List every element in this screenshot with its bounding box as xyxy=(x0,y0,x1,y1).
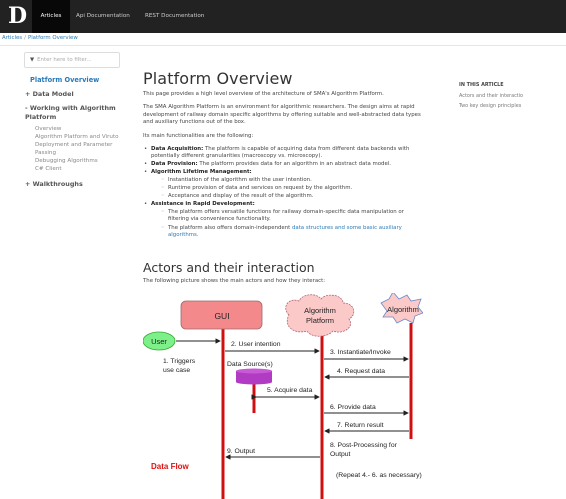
msg-user-intention-label: 2. User intention xyxy=(231,341,281,348)
bullet: ◦ xyxy=(161,177,165,183)
post-processing-label-2: Output xyxy=(330,451,351,458)
toc-item-actors[interactable]: Actors and their interactio xyxy=(459,93,523,99)
list-item-rapid-development: • Assistance in Rapid Development: xyxy=(144,201,421,208)
datasource-db xyxy=(236,368,272,385)
sublist-item-text: Acceptance and display of the result of … xyxy=(168,193,314,199)
triggers-label-1: 1. Triggers xyxy=(163,358,196,365)
intro-paragraph: This page provides a high level overview… xyxy=(143,91,384,97)
sidebar-subitem-deployment[interactable]: Deployment and Parameter xyxy=(35,141,112,149)
sublist-item: ◦ Instantiation of the algorithm with the… xyxy=(161,177,418,184)
sublist-item: ◦ Acceptance and display of the result of… xyxy=(161,193,418,200)
list-item-label: Algorithm Lifetime Management: xyxy=(151,169,252,175)
bullet: ◦ xyxy=(161,209,165,215)
sidebar-item-walkthroughs[interactable]: + Walkthroughs xyxy=(25,180,83,189)
msg-provide-data-label: 6. Provide data xyxy=(330,404,376,411)
top-navbar: D Articles Api Documentation REST Docume… xyxy=(0,0,566,33)
platform-label-line2: Platform xyxy=(306,316,334,325)
platform-label-line1: Algorithm xyxy=(304,306,336,315)
page-title: Platform Overview xyxy=(143,69,293,88)
diagram-intro: The following picture shows the main act… xyxy=(143,278,326,284)
nav-rest-documentation[interactable]: REST Documentation xyxy=(145,0,204,33)
algorithm-label: Algorithm xyxy=(387,305,419,314)
sidebar-subitem-overview[interactable]: Overview xyxy=(35,125,61,133)
list-item-data-acquisition: • Data Acquisition: The platform is capab… xyxy=(144,146,421,161)
gui-label: GUI xyxy=(214,311,229,321)
breadcrumb-separator: / xyxy=(24,35,26,41)
bullet: • xyxy=(144,161,148,167)
functionalities-intro: Its main functionalities are the followi… xyxy=(143,133,254,139)
sublist-item-text: Runtime provision of data and services o… xyxy=(168,185,353,191)
sublist-item-text: The platform offers versatile functions … xyxy=(168,209,404,223)
sidebar-subitem-debugging[interactable]: Debugging Algorithms xyxy=(35,157,98,165)
bullet: • xyxy=(144,201,148,207)
bullet: ◦ xyxy=(161,193,165,199)
sidebar-subitem-algorithm-platform-viruto[interactable]: Algorithm Platform and Viruto xyxy=(35,133,119,141)
msg-acquire-data-label: 5. Acquire data xyxy=(267,387,313,394)
sublist-item: ◦ The platform offers versatile functions… xyxy=(161,209,418,224)
filter-placeholder: Enter here to filter... xyxy=(37,57,92,63)
msg-output-label: 9. Output xyxy=(227,448,255,455)
list-item-lifetime-management: • Algorithm Lifetime Management: xyxy=(144,169,421,176)
sublist-item: ◦ Runtime provision of data and services … xyxy=(161,185,418,192)
msg-return-result-label: 7. Return result xyxy=(337,422,384,429)
list-item-label: Data Provision: xyxy=(151,161,198,167)
filter-icon: ▼ xyxy=(30,57,35,63)
sublist-item-text: The platform also offers domain-independ… xyxy=(168,225,292,231)
repeat-note: (Repeat 4.- 6. as necessary) xyxy=(336,472,422,479)
toc-item-design-principles[interactable]: Two key design principles xyxy=(459,103,521,109)
post-processing-label-1: 8. Post-Processing for xyxy=(330,442,398,449)
bullet: ◦ xyxy=(161,185,165,191)
sidebar-item-data-model[interactable]: + Data Model xyxy=(25,90,74,99)
triggers-label-2: use case xyxy=(163,367,190,374)
header-divider xyxy=(0,45,566,46)
breadcrumb-current[interactable]: Platform Overview xyxy=(28,35,78,41)
list-item-text: The platform provides data for an algori… xyxy=(197,161,391,167)
bullet: • xyxy=(144,146,148,152)
toc-heading: IN THIS ARTICLE xyxy=(459,82,504,88)
list-item-data-provision: • Data Provision: The platform provides d… xyxy=(144,161,421,168)
bullet: ◦ xyxy=(161,225,165,231)
data-flow-label: Data Flow xyxy=(151,462,190,471)
msg-instantiate-label: 3. Instantiate/Invoke xyxy=(330,349,391,356)
user-label: User xyxy=(151,337,167,346)
breadcrumb-articles[interactable]: Articles xyxy=(2,35,22,41)
list-item-label: Data Acquisition: xyxy=(151,146,204,152)
sublist-item: ◦ The platform also offers domain-indepen… xyxy=(161,225,418,240)
breadcrumb: Articles / Platform Overview xyxy=(2,35,78,41)
section-heading-actors: Actors and their interaction xyxy=(143,260,315,275)
datasource-label: Data Source(s) xyxy=(227,361,273,368)
nav-articles[interactable]: Articles xyxy=(32,0,70,33)
sidebar-subitem-passing[interactable]: Passing xyxy=(35,149,56,157)
platform-description-paragraph: The SMA Algorithm Platform is an environ… xyxy=(143,104,421,126)
sublist-item-text: Instantiation of the algorithm with the … xyxy=(168,177,312,183)
actor-interaction-diagram: GUI Algorithm Platform Algorithm User 1.… xyxy=(143,293,423,499)
sidebar-item-platform-overview[interactable]: Platform Overview xyxy=(30,76,99,84)
docfx-logo[interactable]: D xyxy=(8,4,27,28)
bullet: • xyxy=(144,169,148,175)
sidebar-item-working-with-algorithm-platform[interactable]: - Working with Algorithm Platform xyxy=(25,104,125,122)
msg-request-data-label: 4. Request data xyxy=(337,368,385,375)
filter-input[interactable]: ▼ Enter here to filter... xyxy=(24,52,120,68)
nav-api-documentation[interactable]: Api Documentation xyxy=(76,0,130,33)
list-item-label: Assistance in Rapid Development: xyxy=(151,201,255,207)
sidebar-subitem-csharp-client[interactable]: C# Client xyxy=(35,165,62,173)
